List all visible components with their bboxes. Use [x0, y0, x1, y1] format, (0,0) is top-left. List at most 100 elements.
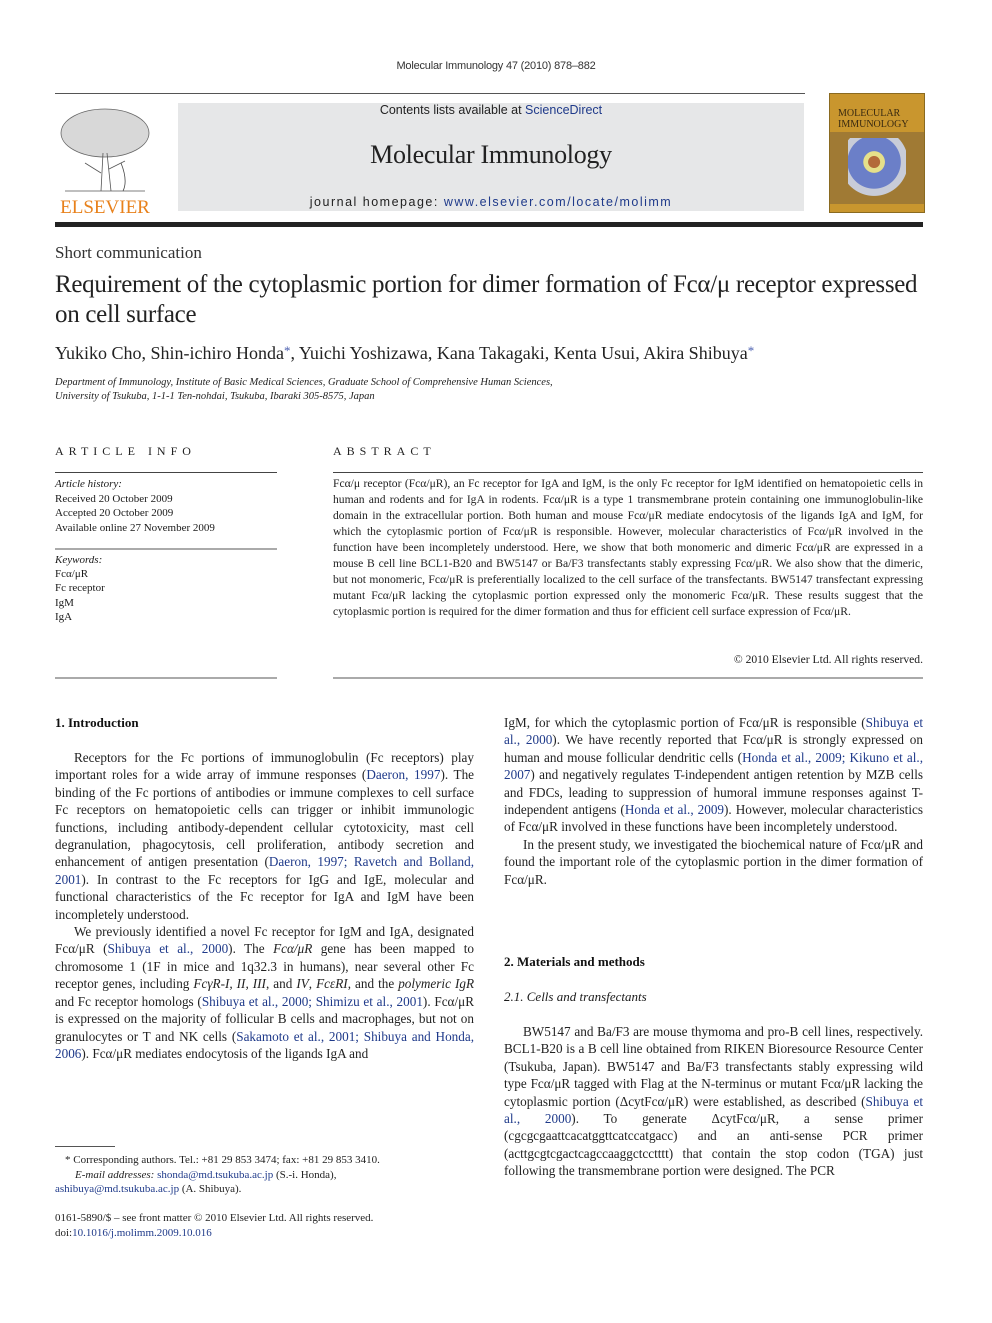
text-run: In the present study, we investigated th…: [504, 836, 923, 887]
divider: [333, 472, 923, 473]
running-head: Molecular Immunology 47 (2010) 878–882: [396, 60, 596, 72]
divider: [55, 548, 277, 550]
affiliation-line: University of Tsukuba, 1-1-1 Ten-nohdai,…: [55, 391, 375, 402]
cover-title-line2: IMMUNOLOGY: [838, 119, 909, 130]
separator: ,: [290, 343, 299, 363]
divider: [333, 677, 923, 679]
text-run: polymeric IgR: [398, 976, 474, 992]
history-accepted: Accepted 20 October 2009: [55, 507, 174, 519]
journal-cover-image[interactable]: MOLECULAR IMMUNOLOGY: [829, 93, 925, 213]
keywords: Keywords: Fcα/μR Fc receptor IgM IgA: [55, 553, 105, 624]
author-name: Shin-ichiro Honda: [150, 343, 284, 363]
paragraph: In the present study, we investigated th…: [504, 836, 923, 888]
author-name: Yukiko Cho: [55, 343, 142, 363]
history-label: Article history:: [55, 478, 122, 490]
homepage-label: journal homepage:: [309, 195, 444, 209]
journal-title: Molecular Immunology: [370, 140, 612, 169]
author-name: Kana Takagaki: [436, 343, 545, 363]
contents-prefix: Contents lists available at: [379, 103, 526, 117]
body-column-right-methods: BW5147 and Ba/F3 are mouse thymoma and p…: [504, 1023, 923, 1180]
homepage-link[interactable]: www.elsevier.com/locate/molimm: [444, 195, 672, 209]
history-online: Available online 27 November 2009: [55, 521, 215, 534]
abstract-heading: ABSTRACT: [333, 444, 436, 458]
text-run: , and the: [347, 976, 399, 992]
author-name: Akira Shibuya: [643, 343, 748, 363]
text-run: Fcα/μR: [273, 941, 313, 957]
text-run: BW5147 and Ba/F3 are mouse thymoma and p…: [504, 1024, 923, 1109]
article-type: Short communication: [55, 243, 202, 262]
front-matter-line: 0161-5890/$ – see front matter © 2010 El…: [55, 1212, 374, 1224]
author-name: Yuichi Yoshizawa: [298, 343, 428, 363]
author-list: Yukiko Cho, Shin-ichiro Honda *, Yuichi Y…: [55, 343, 754, 364]
affiliation: Department of Immunology, Institute of B…: [55, 376, 553, 404]
abstract-text: Fcα/μ receptor (Fcα/μR), an Fc receptor …: [333, 477, 923, 618]
email-link-shibuya[interactable]: ashibuya@md.tsukuba.ac.jp: [55, 1183, 179, 1195]
footnote: * Corresponding authors. Tel.: +81 29 85…: [55, 1153, 485, 1197]
separator: ,: [141, 343, 151, 363]
text-run: FcεRI: [316, 976, 348, 992]
email-label: E-mail addresses:: [75, 1168, 158, 1181]
doi-link[interactable]: 10.1016/j.molimm.2009.10.016: [72, 1227, 212, 1239]
affiliation-line: Department of Immunology, Institute of B…: [55, 377, 553, 388]
text-run: FcγR-I, II, III: [193, 976, 266, 992]
text-run: IV: [296, 976, 309, 992]
email-owner: (A. Shibuya).: [179, 1183, 242, 1195]
separator: ,: [427, 343, 437, 363]
email-line: E-mail addresses: shonda@md.tsukuba.ac.j…: [55, 1168, 485, 1183]
cover-title-line1: MOLECULAR: [838, 108, 901, 119]
paragraph: BW5147 and Ba/F3 are mouse thymoma and p…: [504, 1023, 923, 1180]
text-run: and Fc receptor homologs (: [55, 993, 202, 1009]
corresponding-author-marker[interactable]: *: [748, 343, 755, 358]
email-link-honda[interactable]: shonda@md.tsukuba.ac.jp: [157, 1169, 273, 1181]
citation-link[interactable]: Honda et al., 2009: [625, 802, 724, 817]
doi-line: doi:10.1016/j.molimm.2009.10.016: [55, 1226, 373, 1241]
body-column-left: Receptors for the Fc portions of immunog…: [55, 749, 474, 1062]
text-run: IgM, for which the cytoplasmic portion o…: [504, 715, 866, 730]
sciencedirect-link[interactable]: ScienceDirect: [525, 103, 602, 117]
keyword: IgM: [55, 596, 74, 609]
front-matter: 0161-5890/$ – see front matter © 2010 El…: [55, 1211, 373, 1241]
cover-title: MOLECULAR IMMUNOLOGY: [838, 108, 909, 130]
protein-structure-icon: [848, 138, 906, 198]
email-line: ashibuya@md.tsukuba.ac.jp (A. Shibuya).: [55, 1182, 485, 1197]
citation-link[interactable]: Shibuya et al., 2000: [108, 941, 229, 956]
keyword: Fc receptor: [55, 582, 105, 595]
text-run: , and: [265, 976, 297, 992]
introduction-heading: 1. Introduction: [55, 715, 139, 730]
text-run: ). The: [228, 941, 274, 957]
keyword: IgA: [55, 610, 73, 623]
divider: [55, 677, 277, 679]
keywords-label: Keywords:: [55, 554, 103, 566]
elsevier-tree-icon: ELSEVIER: [60, 108, 150, 218]
methods-subheading: 2.1. Cells and transfectants: [504, 989, 647, 1004]
separator: ,: [635, 343, 644, 363]
keyword: Fcα/μR: [55, 568, 89, 581]
divider: [55, 472, 277, 473]
article-info-heading: ARTICLE INFO: [55, 444, 196, 458]
article-history: Article history: Received 20 October 200…: [55, 477, 215, 535]
paragraph: Receptors for the Fc portions of immunog…: [55, 749, 474, 923]
abstract-copyright: © 2010 Elsevier Ltd. All rights reserved…: [733, 653, 923, 666]
paragraph: We previously identified a novel Fc rece…: [55, 923, 474, 1062]
citation-link[interactable]: Shibuya et al., 2000; Shimizu et al., 20…: [202, 994, 423, 1009]
author-name: Kenta Usui: [553, 343, 636, 363]
doi-label: doi:: [55, 1227, 73, 1239]
email-owner: (S.-i. Honda),: [273, 1168, 337, 1181]
footnote-rule: [55, 1146, 115, 1147]
contents-line: Contents lists available at ScienceDirec…: [178, 103, 804, 117]
article-title: Requirement of the cytoplasmic portion f…: [55, 271, 918, 328]
elsevier-wordmark: ELSEVIER: [60, 197, 150, 215]
history-received: Received 20 October 2009: [55, 492, 173, 505]
header-thick-rule: [55, 222, 923, 227]
text-run: ). Fcα/μR mediates endocytosis of the li…: [81, 1045, 369, 1061]
elsevier-logo[interactable]: ELSEVIER: [55, 103, 155, 218]
separator: ,: [544, 343, 554, 363]
journal-homepage: journal homepage: www.elsevier.com/locat…: [178, 195, 804, 209]
methods-heading: 2. Materials and methods: [504, 954, 645, 969]
corresponding-note: * Corresponding authors. Tel.: +81 29 85…: [65, 1154, 380, 1166]
text-run: ). In contrast to the Fc receptors for I…: [55, 871, 474, 922]
header-rule: [55, 93, 805, 94]
body-column-right: IgM, for which the cytoplasmic portion o…: [504, 714, 923, 888]
paragraph: IgM, for which the cytoplasmic portion o…: [504, 714, 923, 836]
citation-link[interactable]: Daeron, 1997: [366, 767, 440, 782]
